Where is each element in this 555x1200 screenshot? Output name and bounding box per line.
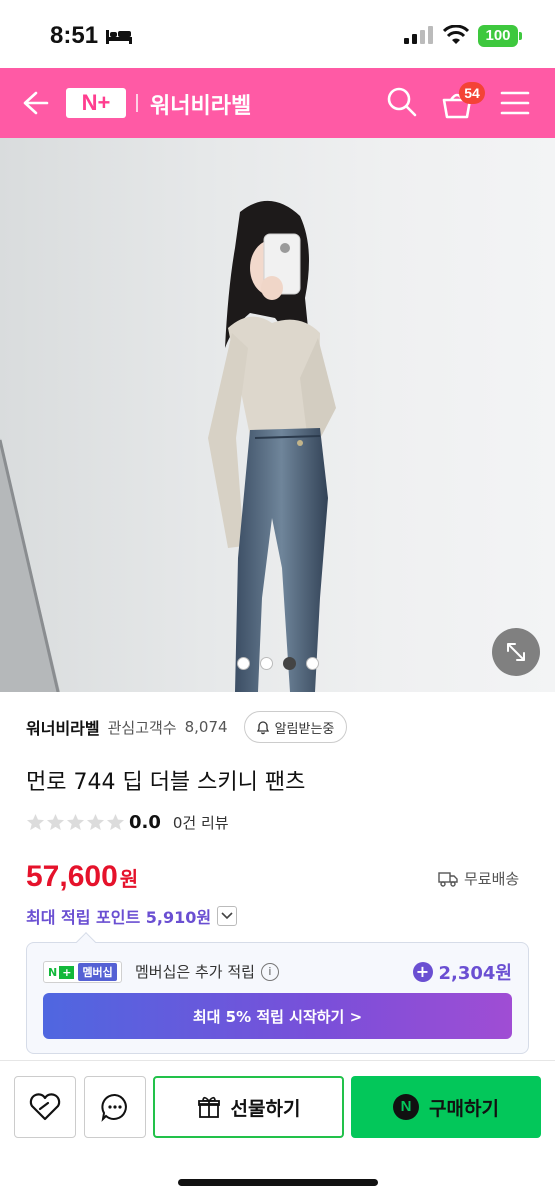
- status-bar: 8:51 100: [0, 0, 555, 68]
- heart-link-icon: [29, 1093, 61, 1121]
- rating-summary[interactable]: 0.0 0건 리뷰: [26, 812, 229, 833]
- max-points[interactable]: 최대 적립 포인트 5,910원: [26, 904, 238, 928]
- price-amount: 57,600: [26, 860, 118, 893]
- search-icon[interactable]: [386, 86, 418, 118]
- status-time: 8:51: [50, 22, 99, 49]
- hamburger-menu-icon[interactable]: [500, 90, 530, 116]
- home-indicator: [178, 1179, 378, 1186]
- store-title[interactable]: 워너비라벨: [150, 88, 251, 120]
- back-arrow-icon[interactable]: [20, 88, 50, 118]
- product-image-gallery[interactable]: [0, 138, 555, 692]
- follower-label: 관심고객수: [107, 718, 177, 737]
- points-label: 최대 적립 포인트 5,910원: [26, 908, 212, 927]
- seller-info: 워너비라벨 관심고객수 8,074 알림받는중: [26, 710, 348, 744]
- gallery-dot[interactable]: [236, 657, 250, 670]
- seller-name[interactable]: 워너비라벨: [26, 715, 100, 739]
- bonus-amount: 2,304원: [438, 963, 513, 984]
- gallery-dot[interactable]: [259, 657, 273, 670]
- start-membership-button[interactable]: 최대 5% 적립 시작하기 >: [43, 993, 512, 1039]
- naver-plus-membership-badge: N + 멤버십: [43, 961, 122, 983]
- membership-bonus-points: + 2,304원: [412, 959, 513, 985]
- star-icon: [46, 813, 65, 831]
- badge-label: 멤버십: [78, 963, 117, 981]
- expand-image-button[interactable]: [492, 628, 540, 676]
- battery-nub: [519, 32, 522, 40]
- star-icon: [26, 813, 45, 831]
- badge-plus: +: [59, 965, 75, 979]
- price-unit: 원: [119, 867, 139, 891]
- star-icon: [66, 813, 85, 831]
- shipping-label: 무료배송: [464, 870, 520, 888]
- wishlist-button[interactable]: [14, 1076, 76, 1138]
- gift-label: 선물하기: [230, 1097, 301, 1120]
- follower-count: 8,074: [184, 718, 228, 736]
- star-icon: [86, 813, 105, 831]
- info-icon[interactable]: i: [260, 962, 279, 981]
- cart-count-badge: 54: [459, 82, 485, 104]
- product-title: 먼로 744 딥 더블 스키니 팬츠: [26, 770, 306, 795]
- wifi-icon: [443, 25, 469, 44]
- buy-label: 구매하기: [429, 1097, 499, 1120]
- naver-plus-logo[interactable]: N+: [66, 88, 126, 118]
- chat-button[interactable]: [84, 1076, 146, 1138]
- product-price: 57,600 원: [26, 860, 138, 894]
- bell-icon: [256, 721, 269, 735]
- notification-toggle-button[interactable]: 알림받는중: [243, 711, 348, 743]
- header-separator: [136, 94, 138, 112]
- chat-bubble-icon: [101, 1093, 127, 1122]
- naver-pay-icon: N: [393, 1094, 420, 1120]
- plus-circle-icon: +: [412, 962, 433, 982]
- shipping-info: 무료배송: [438, 868, 519, 889]
- gift-icon: [197, 1096, 220, 1118]
- rating-score: 0.0: [129, 812, 161, 833]
- star-icon: [106, 813, 125, 831]
- expand-icon: [507, 643, 525, 661]
- banner-pointer: [76, 932, 96, 952]
- gallery-dot[interactable]: [305, 657, 319, 670]
- membership-description: 멤버십은 추가 적립 i: [135, 961, 279, 982]
- rating-stars: [26, 813, 125, 832]
- buy-button[interactable]: N 구매하기: [351, 1076, 541, 1138]
- notification-label: 알림받는중: [274, 721, 335, 737]
- app-header: N+ 워너비라벨 54: [0, 68, 555, 138]
- chevron-down-icon: [221, 912, 233, 920]
- product-photo: [0, 200, 336, 692]
- gallery-dot-active[interactable]: [282, 657, 296, 670]
- review-count[interactable]: 0건 리뷰: [173, 812, 229, 833]
- delivery-truck-icon: [438, 871, 458, 887]
- points-expand-button[interactable]: [217, 906, 238, 926]
- product-page: 8:51 100 N+ 워너비라벨 54 워너비라벨 관심고객수 8,074 알…: [0, 0, 555, 1200]
- membership-description-text: 멤버십은 추가 적립: [135, 963, 255, 981]
- battery-indicator: 100: [478, 25, 518, 47]
- badge-n: N: [48, 965, 58, 979]
- gift-button[interactable]: 선물하기: [153, 1076, 344, 1138]
- sleep-focus-icon: [106, 30, 132, 44]
- cellular-signal-icon: [404, 26, 433, 44]
- gallery-pagination: [0, 657, 555, 670]
- membership-banner: N + 멤버십 멤버십은 추가 적립 i + 2,304원 최대 5% 적립 시…: [26, 932, 529, 1054]
